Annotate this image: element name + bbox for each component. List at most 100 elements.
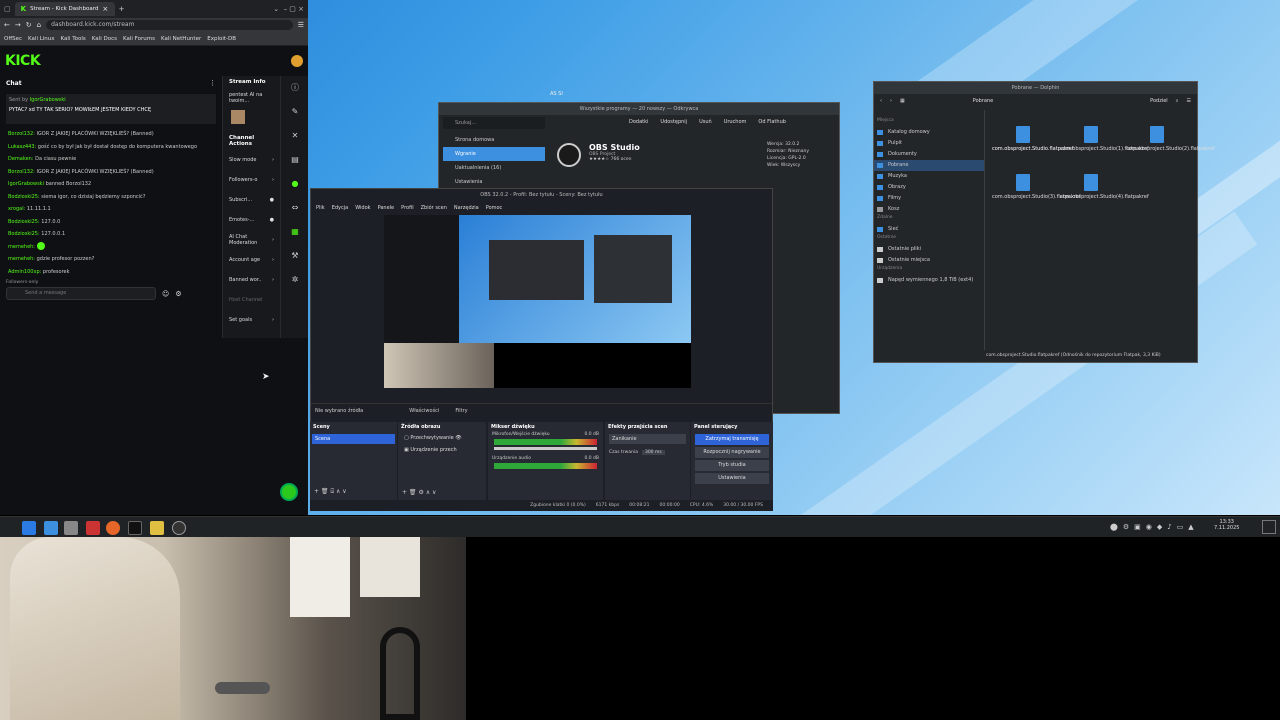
place-item[interactable]: Kosz — [874, 204, 984, 215]
bookmark-item[interactable]: OffSec — [4, 36, 22, 42]
menu-profile[interactable]: Profil — [401, 205, 413, 211]
info-icon[interactable]: ⓘ — [281, 76, 309, 100]
tab-list-icon[interactable]: ▢ — [4, 5, 11, 13]
kick-app-icon[interactable] — [150, 521, 164, 535]
bookmark-item[interactable]: Kali Forums — [123, 36, 155, 42]
bookmark-item[interactable]: Kali Linux — [28, 36, 55, 42]
scene-item[interactable]: Scena — [312, 434, 395, 444]
code-icon[interactable]: ⇔ — [281, 196, 309, 220]
list-icon[interactable]: ▦ — [281, 220, 309, 244]
share-button[interactable]: Udostępnij — [660, 119, 687, 125]
side-item-ai-moderation[interactable]: AI Chat Moderation › — [223, 230, 280, 250]
place-item[interactable]: Obrazy — [874, 182, 984, 193]
message-input[interactable]: Send a message — [6, 287, 156, 300]
reload-icon[interactable]: ↻ — [26, 21, 32, 29]
remove-button[interactable]: Usuń — [699, 119, 712, 125]
search-input[interactable]: Szukaj... — [443, 117, 545, 129]
bookmark-item[interactable]: Exploit-DB — [207, 36, 236, 42]
pen-icon[interactable]: ✎ — [281, 100, 309, 124]
toggle-icon[interactable]: ● — [270, 197, 274, 203]
close-tab-icon[interactable]: × — [102, 5, 108, 13]
forward-icon[interactable]: › — [890, 98, 892, 104]
properties-button[interactable]: Właściwości — [409, 408, 439, 414]
source-button[interactable]: Od Flathub — [758, 119, 786, 125]
place-item[interactable]: Katalog domowy — [874, 127, 984, 138]
scene-controls[interactable]: + 🗑 ⌸ ∧ ∨ — [314, 488, 347, 496]
emote-picker-icon[interactable]: ☺ — [162, 290, 169, 298]
addons-button[interactable]: Dodatki — [629, 119, 648, 125]
window-controls[interactable]: ⌄ – ▢ × — [273, 5, 304, 13]
close-icon[interactable]: ✕ — [281, 124, 309, 148]
file-manager-icon[interactable] — [64, 521, 78, 535]
back-icon[interactable]: ← — [4, 21, 10, 29]
nav-updates[interactable]: Uaktualnienia (16) — [443, 161, 545, 175]
search-icon[interactable]: ⌕ — [1176, 98, 1179, 104]
nav-settings[interactable]: Ustawienia — [443, 175, 545, 189]
nav-installed[interactable]: Wgranie — [443, 147, 545, 161]
side-item-subscribers[interactable]: Subscri... ● — [223, 190, 280, 210]
app-launcher-icon[interactable] — [22, 521, 36, 535]
chat-settings-icon[interactable]: ⚙ — [175, 290, 181, 298]
place-item-selected[interactable]: Pobrane — [874, 160, 984, 171]
transition-select[interactable]: Zanikanie — [609, 434, 686, 444]
show-desktop-button[interactable] — [1262, 520, 1276, 534]
clock[interactable]: 13:33 7.11.2025 — [1214, 519, 1239, 531]
document-icon[interactable]: ▤ — [281, 148, 309, 172]
file-item[interactable]: com.obsproject.Studio.flatpakref — [992, 126, 1074, 152]
address-input[interactable]: dashboard.kick.com/stream — [46, 20, 293, 30]
source-item[interactable]: ▣ Urządzenie przech — [398, 444, 486, 456]
filters-button[interactable]: Filtry — [455, 408, 467, 414]
kali-icon[interactable] — [86, 521, 100, 535]
menu-file[interactable]: Plik — [316, 205, 325, 211]
studio-mode-button[interactable]: Tryb studia — [695, 460, 769, 471]
place-item[interactable]: Filmy — [874, 193, 984, 204]
place-item[interactable]: Ostatnie pliki — [874, 244, 984, 255]
menu-icon[interactable]: ☰ — [1187, 98, 1191, 104]
toggle-icon[interactable]: ● — [270, 217, 274, 223]
side-item-set-goals[interactable]: Set goals › — [223, 310, 280, 330]
place-item[interactable]: Sieć — [874, 224, 984, 235]
device-item[interactable]: Napęd wymiennego 1,8 TiB (ext4) — [874, 275, 984, 286]
stop-streaming-button[interactable]: Zatrzymaj transmisję — [695, 434, 769, 445]
start-recording-button[interactable]: Rozpocznij nagrywanie — [695, 447, 769, 458]
side-item-account-age[interactable]: Account age › — [223, 250, 280, 270]
source-controls[interactable]: + 🗑 ⚙ ∧ ∨ — [402, 489, 436, 496]
obs-icon[interactable] — [172, 521, 186, 535]
chat-icon[interactable]: ● — [281, 172, 309, 196]
side-item-slow-mode[interactable]: Slow mode › — [223, 150, 280, 170]
side-item-host-channel[interactable]: Host Channel — [223, 290, 280, 310]
view-icon[interactable]: ▦ — [900, 98, 905, 104]
volume-slider[interactable] — [494, 447, 597, 450]
desktop-icon[interactable] — [44, 521, 58, 535]
settings-button[interactable]: Ustawienia — [695, 473, 769, 484]
puzzle-icon[interactable]: ✲ — [281, 268, 309, 292]
chat-menu-icon[interactable]: ⋮ — [209, 79, 216, 87]
firefox-icon[interactable] — [106, 521, 120, 535]
menu-scene-collection[interactable]: Zbiór scen — [421, 205, 447, 211]
launch-button[interactable]: Uruchom — [724, 119, 747, 125]
breadcrumb[interactable]: Pobrane — [973, 98, 993, 104]
home-icon[interactable]: ⌂ — [37, 21, 41, 29]
kick-logo[interactable]: KICK — [5, 53, 41, 69]
file-item[interactable]: com.obsproject.Studio(3).flatpakref — [992, 174, 1081, 200]
menu-tools[interactable]: Narzędzia — [454, 205, 479, 211]
webcam-indicator[interactable] — [280, 483, 298, 501]
menu-docks[interactable]: Panele — [378, 205, 395, 211]
side-item-followers[interactable]: Followers-o › — [223, 170, 280, 190]
pinned-user[interactable]: IgorGrabowski — [30, 97, 66, 103]
side-item-banned-words[interactable]: Banned wor.. › — [223, 270, 280, 290]
obs-preview[interactable] — [384, 215, 691, 388]
avatar[interactable] — [291, 55, 303, 67]
source-item[interactable]: ▢ Przechwytywanie 👁 — [398, 432, 486, 444]
browser-tab[interactable]: K Stream - Kick Dashboard × — [14, 2, 115, 16]
place-item[interactable]: Muzyka — [874, 171, 984, 182]
menu-help[interactable]: Pomoc — [486, 205, 503, 211]
file-item[interactable]: com.obsproject.Studio(4).flatpakref — [1060, 174, 1149, 200]
file-item[interactable]: com.obsproject.Studio(1).flatpakref — [1060, 126, 1149, 152]
side-item-emotes[interactable]: Emotes-... ● — [223, 210, 280, 230]
bookmark-item[interactable]: Kali NetHunter — [161, 36, 201, 42]
place-item[interactable]: Dokumenty — [874, 149, 984, 160]
nav-home[interactable]: Strona domowa — [443, 133, 545, 147]
extensions-icon[interactable]: ☰ — [298, 21, 304, 29]
system-tray[interactable]: ⬤⚙▣◉◆♪▭▲ — [1110, 523, 1199, 531]
